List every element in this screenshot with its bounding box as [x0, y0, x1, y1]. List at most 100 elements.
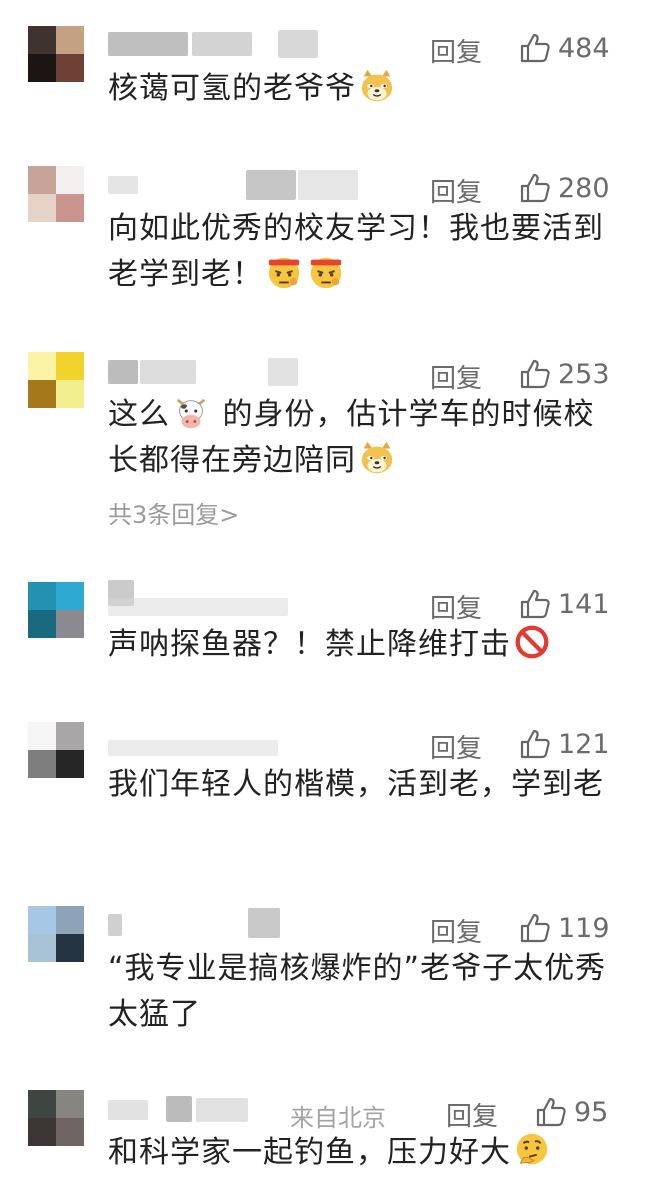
comment-text: 核蔼可氢的老爷爷: [108, 66, 618, 112]
thumbs-up-icon: [520, 173, 550, 203]
comment-text-content: “我专业是搞核爆炸的”老爷子太优秀太猛了: [108, 951, 607, 1032]
chevron-right-icon: >: [219, 501, 240, 529]
like-count: 484: [558, 32, 610, 64]
avatar-tile: [56, 26, 84, 54]
like-count: 253: [558, 358, 610, 390]
thumbs-up-icon: [520, 913, 550, 943]
prohibited-icon: [515, 625, 549, 659]
avatar-tile: [28, 352, 56, 380]
reply-button[interactable]: 回复: [430, 32, 482, 69]
thinking-face-icon: [516, 1133, 548, 1165]
avatar[interactable]: [28, 26, 84, 82]
thumbs-up-icon: [520, 33, 550, 63]
thumbs-up-icon: [520, 729, 550, 759]
comment-item: 来自北京 回复 95 和科学家一起钓鱼，压力好大: [0, 1090, 645, 1190]
doge-icon: [361, 69, 393, 102]
username-blurred[interactable]: [108, 168, 358, 208]
view-replies-link[interactable]: 共3条回复>: [108, 495, 239, 530]
comment-text-content: 我们年轻人的楷模，活到老，学到老: [108, 767, 604, 802]
comment-text: “我专业是搞核爆炸的”老爷子太优秀太猛了: [108, 946, 618, 1038]
avatar[interactable]: [28, 1090, 84, 1146]
comment-item: 回复 280 向如此优秀的校友学习！我也要活到老学到老！: [0, 166, 645, 316]
avatar-tile: [28, 750, 56, 778]
reply-button[interactable]: 回复: [430, 728, 482, 765]
avatar-tile: [56, 906, 84, 934]
avatar-tile: [56, 352, 84, 380]
thumbs-up-icon: [520, 359, 550, 389]
avatar[interactable]: [28, 906, 84, 962]
avatar-tile: [56, 54, 84, 82]
avatar-tile: [56, 750, 84, 778]
avatar-tile: [28, 380, 56, 408]
reply-button[interactable]: 回复: [430, 358, 482, 395]
avatar[interactable]: [28, 582, 84, 638]
avatar-tile: [28, 722, 56, 750]
reply-button[interactable]: 回复: [446, 1096, 498, 1133]
avatar-tile: [28, 26, 56, 54]
avatar-tile: [28, 1090, 56, 1118]
thumbs-up-icon: [520, 589, 550, 619]
comment-text-content: 和科学家一起钓鱼，压力好大: [108, 1135, 511, 1170]
username-blurred[interactable]: [108, 908, 308, 948]
avatar-tile: [56, 380, 84, 408]
determined-face-icon: [268, 257, 300, 289]
avatar-tile: [56, 166, 84, 194]
username-blurred[interactable]: [108, 724, 308, 764]
avatar-tile: [28, 610, 56, 638]
comment-item: 回复 141 声呐探鱼器？！禁止降维打击: [0, 580, 645, 682]
reply-button[interactable]: 回复: [430, 912, 482, 949]
avatar-tile: [56, 1118, 84, 1146]
comment-text: 这么 的身份，估计学车的时候校长都得在旁边陪同: [108, 392, 618, 484]
comment-item: 回复 119 “我专业是搞核爆炸的”老爷子太优秀太猛了: [0, 906, 645, 1046]
like-button[interactable]: 141: [518, 584, 610, 624]
thumbs-up-icon: [536, 1097, 566, 1127]
avatar-tile: [56, 934, 84, 962]
like-button[interactable]: 484: [518, 28, 610, 68]
comment-text: 我们年轻人的楷模，活到老，学到老: [108, 762, 618, 808]
comment-item: 回复 484 核蔼可氢的老爷爷: [0, 26, 645, 126]
view-replies-label: 共3条回复: [108, 501, 220, 529]
cow-icon: [177, 399, 205, 429]
comment-text: 向如此优秀的校友学习！我也要活到老学到老！: [108, 206, 618, 298]
avatar-tile: [56, 610, 84, 638]
comment-text-content: 声呐探鱼器？！禁止降维打击: [108, 627, 511, 662]
like-button[interactable]: 119: [518, 908, 610, 948]
reply-button[interactable]: 回复: [430, 588, 482, 625]
like-count: 141: [558, 588, 610, 620]
username-blurred[interactable]: [108, 354, 308, 394]
like-button[interactable]: 121: [518, 724, 610, 764]
comment-text-content: 向如此优秀的校友学习！我也要活到老学到老！: [108, 211, 604, 292]
avatar-tile: [28, 194, 56, 222]
avatar-tile: [56, 1090, 84, 1118]
username-blurred[interactable]: [108, 580, 308, 624]
avatar-tile: [56, 582, 84, 610]
avatar-tile: [28, 1118, 56, 1146]
avatar-tile: [56, 194, 84, 222]
comment-text: 和科学家一起钓鱼，压力好大: [108, 1130, 618, 1176]
avatar-tile: [28, 54, 56, 82]
avatar[interactable]: [28, 722, 84, 778]
like-count: 95: [574, 1096, 609, 1128]
location-label: 来自北京: [290, 1104, 386, 1132]
like-button[interactable]: 95: [534, 1092, 608, 1132]
username-blurred[interactable]: [108, 28, 318, 68]
doge-icon: [361, 441, 393, 474]
avatar-tile: [28, 934, 56, 962]
avatar-tile: [28, 166, 56, 194]
comment-item: 回复 121 我们年轻人的楷模，活到老，学到老: [0, 722, 645, 862]
avatar-tile: [56, 722, 84, 750]
like-button[interactable]: 253: [518, 354, 610, 394]
determined-face-icon: [310, 257, 342, 289]
comment-item: 回复 253 这么 的身份，估计学车的时候校长都得在旁边陪同 共3条回复>: [0, 352, 645, 532]
comment-text-content: 这么: [108, 397, 170, 432]
like-button[interactable]: 280: [518, 168, 610, 208]
like-count: 119: [558, 912, 610, 944]
comment-text: 声呐探鱼器？！禁止降维打击: [108, 622, 618, 668]
avatar[interactable]: [28, 166, 84, 222]
like-count: 121: [558, 728, 610, 760]
avatar-tile: [28, 906, 56, 934]
avatar[interactable]: [28, 352, 84, 408]
username-blurred[interactable]: [108, 1092, 308, 1132]
like-count: 280: [558, 172, 610, 204]
reply-button[interactable]: 回复: [430, 172, 482, 209]
